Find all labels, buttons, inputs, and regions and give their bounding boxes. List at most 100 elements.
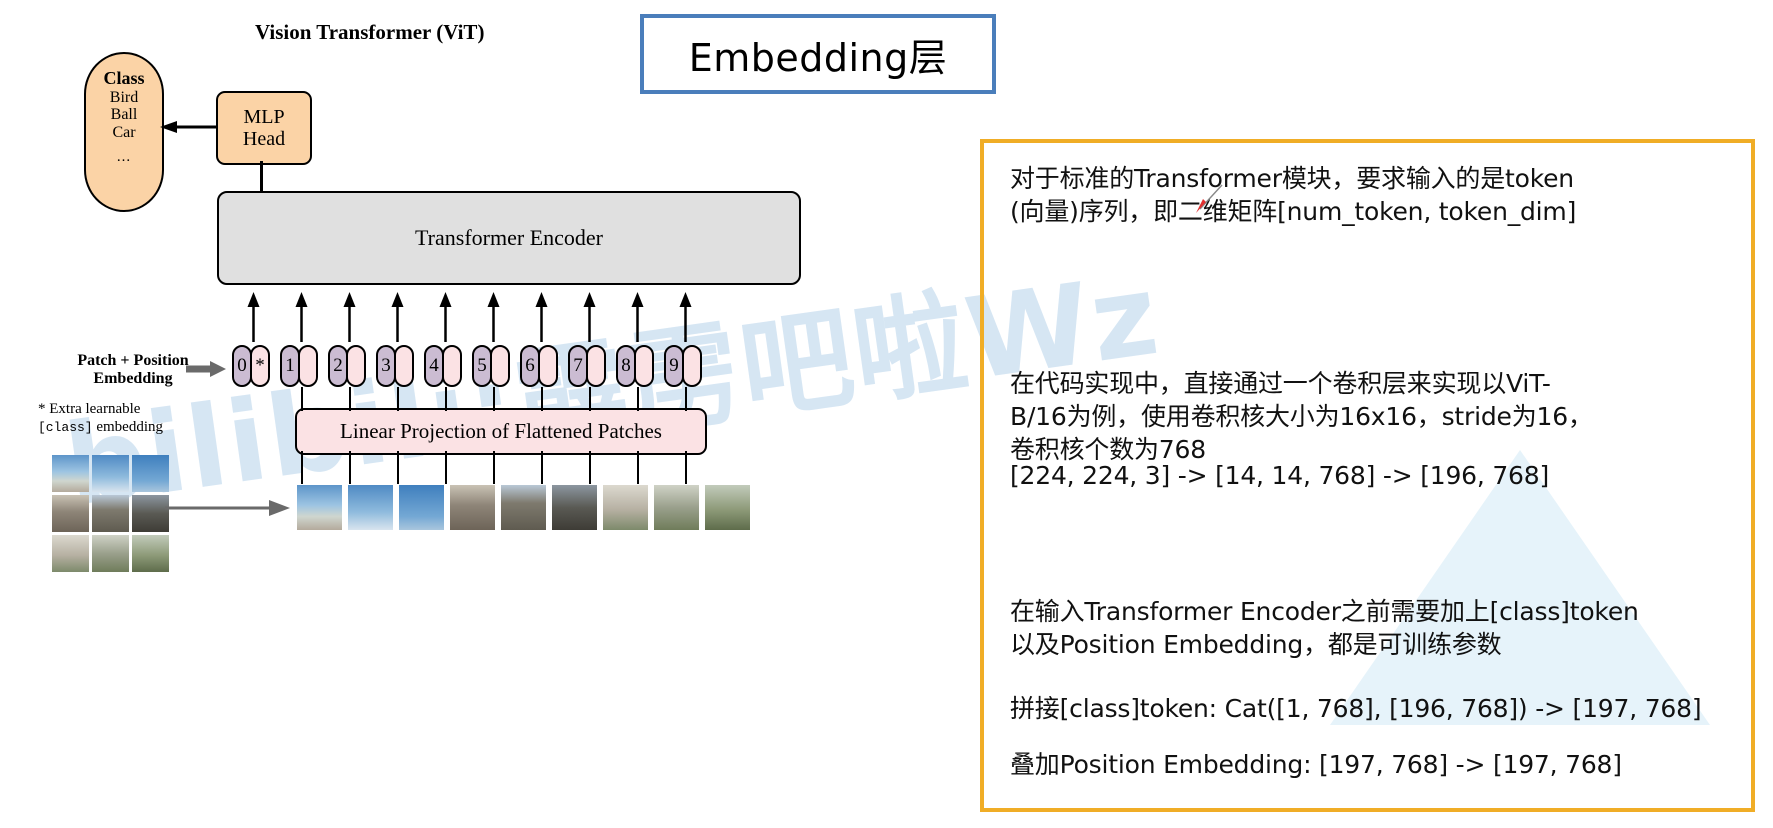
connector-token-to-linear-projection <box>349 387 351 411</box>
connector-linear-projection-to-patch <box>397 451 399 484</box>
token-8: 8 <box>616 345 654 387</box>
image-patch <box>653 484 700 531</box>
source-image-cell <box>132 495 169 532</box>
arrow-token-to-encoder-icon <box>535 292 548 342</box>
transformer-encoder-label: Transformer Encoder <box>415 225 603 250</box>
connector-mlp-to-encoder <box>260 161 263 193</box>
class-token-code: [class] <box>38 420 93 435</box>
connector-token-to-linear-projection <box>541 387 543 411</box>
arrow-token-to-encoder-icon <box>343 292 356 342</box>
info-paragraph-2: 在代码实现中，直接通过一个卷积层来实现以ViT- B/16为例，使用卷积核大小为… <box>1010 369 1593 464</box>
token-0: 0 * <box>232 345 270 387</box>
image-patch <box>551 484 598 531</box>
connector-linear-projection-to-patch <box>685 451 687 484</box>
token-4: 4 <box>424 345 462 387</box>
connector-token-to-linear-projection <box>397 387 399 411</box>
token-embedding-slot <box>442 345 462 387</box>
source-image-cell <box>132 455 169 492</box>
connector-token-to-linear-projection <box>493 387 495 411</box>
source-image-cell <box>52 535 89 572</box>
token-5: 5 <box>472 345 510 387</box>
source-image-cell <box>52 455 89 492</box>
class-pill-item: Bird <box>109 89 139 106</box>
patch-sequence-strip <box>296 484 751 531</box>
info-paragraph-6: 叠加Position Embedding: [197, 768] -> [197… <box>1010 750 1622 779</box>
token-7: 7 <box>568 345 606 387</box>
connector-linear-projection-to-patch <box>493 451 495 484</box>
connector-token-to-linear-projection <box>685 387 687 411</box>
class-pill-item: Car <box>112 123 136 141</box>
token-embedding-slot <box>538 345 558 387</box>
transformer-encoder-block: Transformer Encoder <box>217 191 801 285</box>
image-patch <box>296 484 343 531</box>
page-title: Vision Transformer (ViT) <box>255 20 485 44</box>
slide-canvas: bilibili:霹雳吧啦Wz Vision Transformer (ViT)… <box>0 0 1773 828</box>
token-embedding-slot <box>490 345 510 387</box>
info-paragraph-3: [224, 224, 3] -> [14, 14, 768] -> [196, … <box>1010 461 1550 490</box>
source-image-cell <box>92 455 129 492</box>
image-patch <box>398 484 445 531</box>
mlp-head-label-line2: Head <box>242 128 286 150</box>
token-3: 3 <box>376 345 414 387</box>
connector-linear-projection-to-patch <box>349 451 351 484</box>
extra-learnable-note: * Extra learnable [class] embedding <box>38 400 238 436</box>
arrow-token-to-encoder-icon <box>439 292 452 342</box>
token-index-label: 1 <box>280 345 300 387</box>
token-embedding-slot <box>394 345 414 387</box>
connector-linear-projection-to-patch <box>445 451 447 484</box>
image-patch <box>347 484 394 531</box>
mlp-head-label-line1: MLP <box>243 105 285 128</box>
connector-linear-projection-to-patch <box>637 451 639 484</box>
image-patch <box>602 484 649 531</box>
mlp-head-block: MLP Head <box>216 91 312 165</box>
token-index-label: 0 <box>232 345 252 387</box>
info-paragraph-4: 在输入Transformer Encoder之前需要加上[class]token… <box>1010 597 1639 659</box>
connector-token-to-linear-projection <box>301 387 303 411</box>
connector-token-to-linear-projection <box>589 387 591 411</box>
connector-linear-projection-to-patch <box>301 451 303 484</box>
embedding-layer-banner-label: Embedding层 <box>688 35 948 80</box>
image-patch <box>704 484 751 531</box>
source-image-cell <box>132 535 169 572</box>
arrow-token-to-encoder-icon <box>631 292 644 342</box>
info-paragraph-5: 拼接[class]token: Cat([1, 768], [196, 768]… <box>1010 694 1702 723</box>
arrow-token-to-encoder-icon <box>487 292 500 342</box>
connector-linear-projection-to-patch <box>589 451 591 484</box>
token-1: 1 <box>280 345 318 387</box>
token-embedding-slot <box>298 345 318 387</box>
extra-learnable-note-line2: [class] embedding <box>38 418 238 436</box>
token-index-label: 3 <box>376 345 396 387</box>
arrow-to-tokens-icon <box>186 361 226 377</box>
extra-learnable-note-line1: * Extra learnable <box>38 401 141 417</box>
source-image-cell <box>92 535 129 572</box>
token-index-label: 9 <box>664 345 684 387</box>
info-paragraph-1: 对于标准的Transformer模块，要求输入的是token (向量)序列，即二… <box>1010 164 1577 226</box>
connector-linear-projection-to-patch <box>541 451 543 484</box>
token-9: 9 <box>664 345 702 387</box>
image-patch <box>449 484 496 531</box>
linear-projection-label: Linear Projection of Flattened Patches <box>340 419 662 443</box>
token-index-label: 5 <box>472 345 492 387</box>
class-pill-heading: Class <box>103 68 145 88</box>
token-index-label: 4 <box>424 345 444 387</box>
source-image-cell <box>92 495 129 532</box>
arrow-token-to-encoder-icon <box>391 292 404 342</box>
extra-learnable-note-tail: embedding <box>92 419 164 435</box>
class-token-asterisk: * <box>250 345 270 387</box>
arrow-grid-to-patches-icon <box>165 500 290 516</box>
arrow-token-to-encoder-icon <box>295 292 308 342</box>
token-embedding-slot <box>346 345 366 387</box>
token-embedding-slot <box>634 345 654 387</box>
token-index-label: 2 <box>328 345 348 387</box>
arrow-token-to-encoder-icon <box>679 292 692 342</box>
token-2: 2 <box>328 345 366 387</box>
arrow-token-to-encoder-icon <box>247 292 260 342</box>
class-output-pill: Class Bird Ball Car ... <box>84 52 164 212</box>
class-pill-ellipsis: ... <box>116 148 132 165</box>
image-patch <box>500 484 547 531</box>
token-index-label: 7 <box>568 345 588 387</box>
token-6: 6 <box>520 345 558 387</box>
token-embedding-slot <box>682 345 702 387</box>
embedding-layer-banner: Embedding层 <box>640 14 996 94</box>
source-image-grid <box>52 455 169 572</box>
